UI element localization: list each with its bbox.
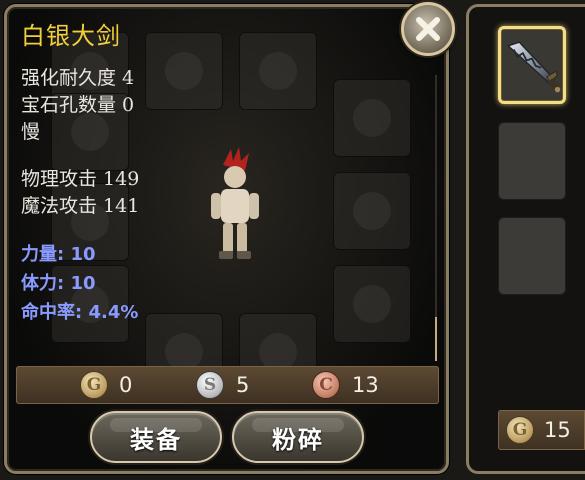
- bonus-hit-rate: 命中率: 4.4%: [21, 302, 139, 323]
- equipment-slot: [333, 172, 411, 250]
- currency-bar: G 0 S 5 C 13: [16, 366, 439, 404]
- stat-magic-attack: 魔法攻击 141: [21, 195, 140, 217]
- inventory-slot[interactable]: [498, 122, 566, 200]
- equipment-slot: [145, 32, 223, 110]
- item-name: 白银大剑: [21, 22, 121, 50]
- item-stats: 白银大剑 强化耐久度 4 宝石孔数量 0 慢 物理攻击 149 魔法攻击 141…: [21, 21, 139, 327]
- bonus-strength: 力量: 10: [21, 244, 96, 265]
- inventory-slot[interactable]: [498, 217, 566, 295]
- close-button[interactable]: [401, 2, 455, 56]
- gold-coin-icon: G: [80, 371, 108, 399]
- copper-amount: 13: [352, 373, 379, 397]
- copper-coin-icon: C: [312, 371, 340, 399]
- gold-coin-icon: G: [506, 416, 534, 444]
- side-gold-amount: 15: [544, 418, 571, 442]
- stat-physical-attack: 物理攻击 149: [21, 168, 140, 190]
- character-figure: [203, 147, 267, 267]
- silver-coin-icon: S: [196, 371, 224, 399]
- bonus-stamina: 体力: 10: [21, 273, 96, 294]
- equipment-slot: [333, 79, 411, 157]
- equipment-slot: [333, 265, 411, 343]
- silver-amount: 5: [236, 373, 250, 397]
- side-currency: G 15: [498, 410, 585, 450]
- stat-speed: 慢: [21, 121, 41, 143]
- equip-button[interactable]: 装备: [90, 411, 222, 463]
- gold-amount: 0: [119, 373, 133, 397]
- smash-button-label: 粉碎: [272, 425, 324, 454]
- stat-gem-slots: 宝石孔数量 0: [21, 94, 135, 116]
- equipment-slot: [239, 32, 317, 110]
- sword-icon: [506, 41, 561, 93]
- close-icon: [416, 17, 440, 41]
- inventory-slot-selected[interactable]: [498, 26, 566, 104]
- stat-durability: 强化耐久度 4: [21, 67, 135, 89]
- smash-button[interactable]: 粉碎: [232, 411, 364, 463]
- scrollbar-thumb[interactable]: [435, 317, 437, 361]
- equip-button-label: 装备: [130, 425, 182, 454]
